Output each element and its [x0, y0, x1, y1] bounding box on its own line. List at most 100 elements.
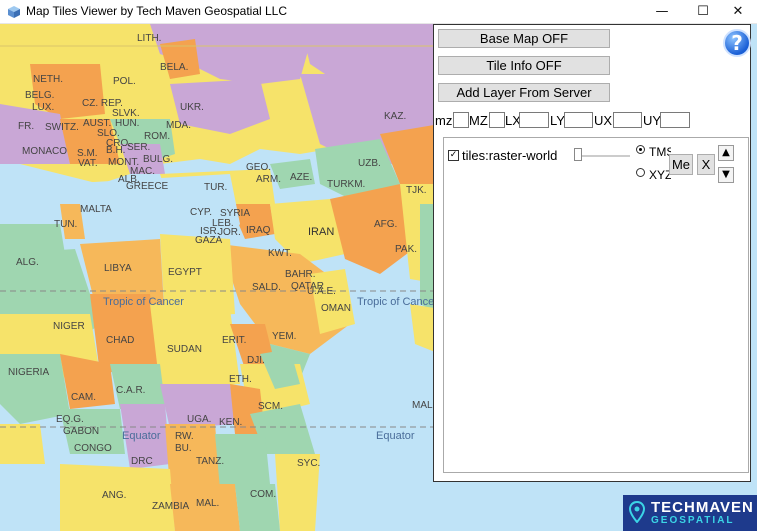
- map-label: MONACO: [22, 146, 67, 157]
- map-label: CONGO: [74, 443, 112, 454]
- map-label: YEM.: [272, 331, 297, 342]
- upper-y-label: UY: [643, 113, 662, 128]
- map-label: COM.: [250, 489, 277, 500]
- map-label: VAT.: [78, 158, 98, 169]
- map-label: LITH.: [137, 33, 162, 44]
- maximize-button[interactable]: ☐: [684, 0, 722, 24]
- control-panel: Base Map OFF Tile Info OFF Add Layer Fro…: [433, 24, 751, 482]
- map-label: MAL.: [196, 498, 220, 509]
- map-label: TJK.: [406, 185, 427, 196]
- map-label: B.H.: [106, 145, 126, 156]
- map-label: GAZA: [195, 235, 223, 246]
- map-label: Tropic of Cancer: [357, 296, 438, 308]
- map-label: OMAN: [321, 303, 351, 314]
- lower-x-input[interactable]: [519, 112, 549, 128]
- tms-radio-label: TMS: [649, 145, 671, 159]
- map-label: AFG.: [374, 219, 398, 230]
- map-label: LIBYA: [104, 263, 132, 274]
- map-label: ETH.: [229, 374, 252, 385]
- upper-x-input[interactable]: [613, 112, 642, 128]
- map-label: IRAN: [308, 226, 335, 238]
- upper-y-input[interactable]: [660, 112, 690, 128]
- max-zoom-input[interactable]: [489, 112, 505, 128]
- tms-radio[interactable]: [636, 145, 645, 154]
- map-label: UKR.: [180, 102, 204, 113]
- opacity-slider-handle[interactable]: [574, 148, 582, 161]
- map-label: Tropic of Cancer: [103, 296, 184, 308]
- map-label: Equator: [122, 430, 161, 442]
- move-layer-down-button[interactable]: ▼: [718, 167, 734, 183]
- map-label: CYP.: [190, 207, 213, 218]
- map-label: ZAMBIA: [152, 501, 190, 512]
- map-label: GABON: [63, 426, 100, 437]
- help-icon[interactable]: ?: [723, 29, 751, 57]
- map-label: KEN.: [219, 417, 243, 428]
- map-label: NIGERIA: [8, 367, 50, 378]
- max-zoom-label: MZ: [469, 113, 488, 128]
- map-label: NETH.: [33, 74, 63, 85]
- map-label: SWITZ.: [45, 122, 79, 133]
- map-label: BELA.: [160, 62, 189, 73]
- layer-visibility-checkbox[interactable]: ✓: [448, 150, 459, 161]
- close-button[interactable]: ✕: [719, 0, 757, 24]
- map-label: UGA.: [187, 414, 212, 425]
- map-label: EGYPT: [168, 267, 202, 278]
- opacity-slider-track[interactable]: [574, 155, 630, 157]
- map-label: Equator: [376, 430, 415, 442]
- map-label: C.A.R.: [116, 385, 146, 396]
- location-pin-icon: [629, 501, 645, 523]
- map-label: BULG.: [143, 154, 174, 165]
- logo-text-techmaven: TECHMAVEN: [651, 499, 754, 516]
- map-label: SALD.: [252, 282, 281, 293]
- move-layer-up-button[interactable]: ▲: [718, 145, 734, 161]
- map-label: SUDAN: [167, 344, 203, 355]
- map-label: BU.: [175, 443, 192, 454]
- base-map-toggle-button[interactable]: Base Map OFF: [438, 29, 610, 48]
- map-label: ALG.: [16, 257, 39, 268]
- map-label: SCM.: [258, 401, 283, 412]
- map-label: IRAQ: [246, 225, 271, 236]
- xyz-radio-label: XYZ: [649, 168, 671, 182]
- layer-metadata-button[interactable]: Me: [669, 154, 693, 175]
- upper-x-label: UX: [594, 113, 613, 128]
- remove-layer-button[interactable]: X: [697, 154, 715, 175]
- map-label: NIGER: [53, 321, 85, 332]
- map-label: TANZ.: [196, 456, 225, 467]
- map-label: RW.: [175, 431, 194, 442]
- min-zoom-input[interactable]: [453, 112, 469, 128]
- map-label: ERIT.: [222, 335, 247, 346]
- map-label: EQ.G.: [56, 414, 84, 425]
- map-label: U.A.E.: [307, 286, 336, 297]
- lower-y-label: LY: [550, 113, 565, 128]
- map-label: BELG.: [25, 90, 55, 101]
- map-label: BAHR.: [285, 269, 316, 280]
- add-layer-button[interactable]: Add Layer From Server: [438, 83, 610, 102]
- map-label: MDA.: [166, 120, 191, 131]
- layer-list: ✓ tiles:raster-world TMS XYZ Me X ▲ ▼: [443, 137, 749, 473]
- map-label: TURKM.: [327, 179, 366, 190]
- minimize-button[interactable]: —: [643, 0, 681, 24]
- map-label: TUR.: [204, 182, 228, 193]
- map-label: CAM.: [71, 392, 96, 403]
- map-label: MALTA: [80, 204, 112, 215]
- map-label: SER.: [127, 142, 151, 153]
- map-label: GREECE: [126, 181, 169, 192]
- map-label: ARM.: [256, 174, 281, 185]
- tile-info-toggle-button[interactable]: Tile Info OFF: [438, 56, 610, 75]
- min-zoom-label: mz: [435, 113, 453, 128]
- xyz-radio[interactable]: [636, 168, 645, 177]
- logo-text-geospatial: GEOSPATIAL: [651, 515, 735, 526]
- map-label: GEO.: [246, 162, 272, 173]
- map-label: KWT.: [268, 248, 292, 259]
- map-label: KAZ.: [384, 111, 407, 122]
- map-label: ANG.: [102, 490, 127, 501]
- map-label: POL.: [113, 76, 136, 87]
- layer-name: tiles:raster-world: [462, 148, 558, 163]
- map-label: DRC: [131, 456, 153, 467]
- window-title: Map Tiles Viewer by Tech Maven Geospatia…: [26, 4, 288, 18]
- map-label: CHAD: [106, 335, 135, 346]
- app-cube-icon: [8, 6, 20, 18]
- map-label: UZB.: [358, 158, 381, 169]
- lower-y-input[interactable]: [564, 112, 593, 128]
- map-label: SYC.: [297, 458, 321, 469]
